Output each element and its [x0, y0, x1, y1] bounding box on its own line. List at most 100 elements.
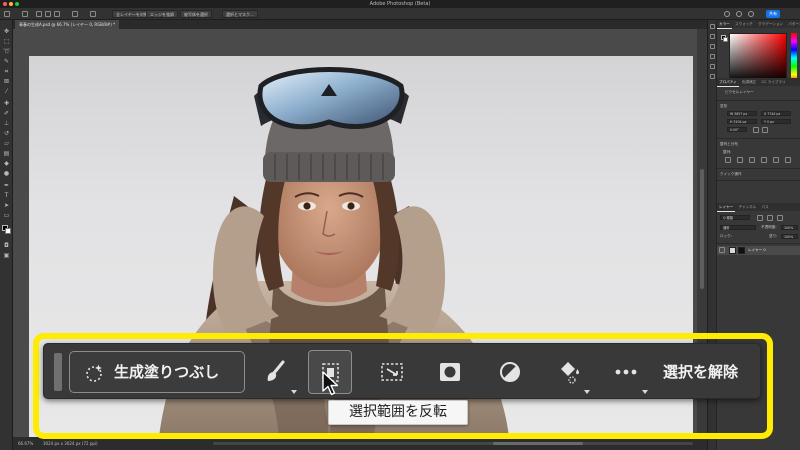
tab-properties[interactable]: プロパティ — [717, 78, 739, 87]
brush-options-button[interactable] — [254, 350, 298, 394]
zoom-level[interactable]: 66.67% — [18, 437, 33, 450]
divider — [717, 138, 800, 139]
background-color-swatch[interactable] — [5, 228, 11, 234]
type-tool-icon[interactable]: T — [3, 192, 10, 199]
layer-row[interactable]: レイヤー 0 — [717, 246, 800, 255]
screen-mode-icon[interactable]: ▣ — [3, 252, 10, 259]
adjustment-layer-button[interactable] — [488, 350, 532, 394]
tab-gradients[interactable]: グラデーション — [756, 20, 785, 28]
path-selection-icon[interactable]: ➤ — [3, 202, 10, 209]
share-button[interactable]: 共有 — [766, 10, 780, 18]
add-to-selection-icon[interactable] — [45, 11, 51, 17]
brush-panel-icon[interactable] — [710, 34, 715, 39]
generative-fill-icon — [86, 364, 102, 382]
align-bottom-icon[interactable] — [785, 157, 791, 163]
color-panel-tabs: カラー スウォッチ グラデーション パターン — [717, 20, 800, 29]
info-panel-icon[interactable] — [710, 64, 715, 69]
marquee-tool-icon[interactable]: ⬚ — [3, 38, 10, 45]
taskbar-drag-handle[interactable] — [54, 353, 62, 391]
filter-pixel-icon[interactable] — [757, 215, 763, 221]
align-right-icon[interactable] — [749, 157, 755, 163]
align-left-icon[interactable] — [725, 157, 731, 163]
enhance-edge-button[interactable]: エッジを強調 — [146, 10, 178, 18]
height-field[interactable]: H 3204 px — [727, 119, 757, 124]
generative-fill-button[interactable]: 生成塗りつぶし — [69, 351, 245, 393]
history-brush-icon[interactable]: ↺ — [3, 130, 10, 137]
shape-tool-icon[interactable]: ▭ — [3, 212, 10, 219]
quick-selection-tool-icon[interactable]: ✎ — [3, 58, 10, 65]
create-mask-button[interactable] — [428, 350, 472, 394]
new-selection-icon[interactable] — [36, 11, 42, 17]
photoshop-window: Adobe Photoshop (Beta) 全レイヤーを対象 エッジを強調 被… — [0, 0, 800, 450]
pen-tool-icon[interactable]: ✒ — [3, 182, 10, 189]
document-tab[interactable]: 青春の生成A.psd @ 66.7% (レイヤー 0, RGB/8#) * — [15, 20, 120, 29]
eraser-tool-icon[interactable]: ▱ — [3, 140, 10, 147]
layers-panel-tabs: レイヤー チャンネル パス — [717, 203, 800, 212]
filter-adjustment-icon[interactable] — [767, 215, 773, 221]
select-subject-button[interactable]: 被写体を選択 — [180, 10, 212, 18]
history-panel-icon[interactable] — [710, 24, 715, 29]
color-field[interactable] — [729, 33, 787, 83]
dodge-tool-icon[interactable]: ● — [3, 170, 10, 177]
more-icon — [615, 369, 637, 375]
select-and-mask-button[interactable]: 選択とマスク... — [222, 10, 258, 18]
align-middle-icon[interactable] — [773, 157, 779, 163]
tab-channels[interactable]: チャンネル — [736, 203, 758, 211]
move-tool-icon[interactable]: ✥ — [3, 28, 10, 35]
layer-kind-filter[interactable]: Q 種類 — [720, 215, 750, 220]
x-field[interactable]: X 7744 px — [761, 111, 791, 116]
lasso-tool-icon[interactable]: ➰ — [3, 48, 10, 55]
opacity-field[interactable]: 100% — [781, 225, 798, 230]
transform-selection-button[interactable] — [370, 350, 414, 394]
align-top-icon[interactable] — [761, 157, 767, 163]
width-field[interactable]: W 3857 px — [727, 111, 757, 116]
paragraph-panel-icon[interactable] — [710, 54, 715, 59]
subtract-selection-icon[interactable] — [54, 11, 60, 17]
frame-tool-icon[interactable]: ⊠ — [3, 78, 10, 85]
tab-paths[interactable]: パス — [759, 203, 770, 211]
brush-tool-icon[interactable]: ✐ — [3, 110, 10, 117]
quick-selection-tool-icon[interactable] — [22, 11, 28, 17]
brush-size-icon[interactable] — [72, 11, 78, 17]
fill-label: 塗り: — [769, 234, 778, 238]
fill-field[interactable]: 100% — [781, 234, 798, 239]
y-field[interactable]: Y 0 px — [761, 119, 791, 124]
tab-patterns[interactable]: パターン — [786, 20, 800, 28]
tab-layers[interactable]: レイヤー — [717, 203, 736, 212]
divider — [717, 100, 800, 101]
blur-tool-icon[interactable]: ◆ — [3, 160, 10, 167]
flip-vertical-icon[interactable] — [762, 127, 768, 133]
layer-visibility-eye-icon[interactable] — [719, 247, 725, 253]
align-center-icon[interactable] — [737, 157, 743, 163]
crop-tool-icon[interactable]: ⌗ — [3, 68, 10, 75]
gradient-tool-icon[interactable]: ▤ — [3, 150, 10, 157]
tab-cc-libraries[interactable]: CC ライブラリ — [759, 78, 787, 86]
stamp-tool-icon[interactable]: ⊥ — [3, 120, 10, 127]
angle-field[interactable]: 0.00° — [727, 127, 747, 132]
blend-mode-select[interactable]: 通常 — [720, 225, 756, 230]
layer-name[interactable]: レイヤー 0 — [748, 246, 766, 255]
home-icon[interactable] — [4, 11, 10, 17]
deselect-button[interactable]: 選択を解除 — [663, 344, 738, 400]
quick-mask-icon[interactable]: ◘ — [3, 242, 10, 249]
scrollbar-thumb[interactable] — [700, 169, 704, 289]
fill-selection-button[interactable] — [546, 350, 590, 394]
more-options-button[interactable] — [604, 350, 648, 394]
glyphs-panel-icon[interactable] — [710, 74, 715, 79]
character-panel-icon[interactable] — [710, 44, 715, 49]
horizontal-scrollbar[interactable] — [213, 442, 693, 445]
eyedropper-tool-icon[interactable]: ⁄ — [3, 88, 10, 95]
panel-background-swatch[interactable] — [723, 37, 728, 42]
horizontal-scroll-thumb[interactable] — [493, 442, 583, 445]
flip-horizontal-icon[interactable] — [753, 127, 759, 133]
hue-slider[interactable] — [791, 33, 797, 83]
tab-adjustments[interactable]: 色調補正 — [740, 78, 758, 86]
workspace-icon[interactable] — [748, 11, 754, 17]
angle-icon[interactable] — [90, 11, 96, 17]
filter-type-icon[interactable] — [777, 215, 783, 221]
healing-tool-icon[interactable]: ✚ — [3, 100, 10, 107]
search-icon[interactable] — [724, 11, 730, 17]
tab-swatches[interactable]: スウォッチ — [733, 20, 755, 28]
cloud-icon[interactable] — [736, 11, 742, 17]
tab-color[interactable]: カラー — [717, 20, 732, 29]
